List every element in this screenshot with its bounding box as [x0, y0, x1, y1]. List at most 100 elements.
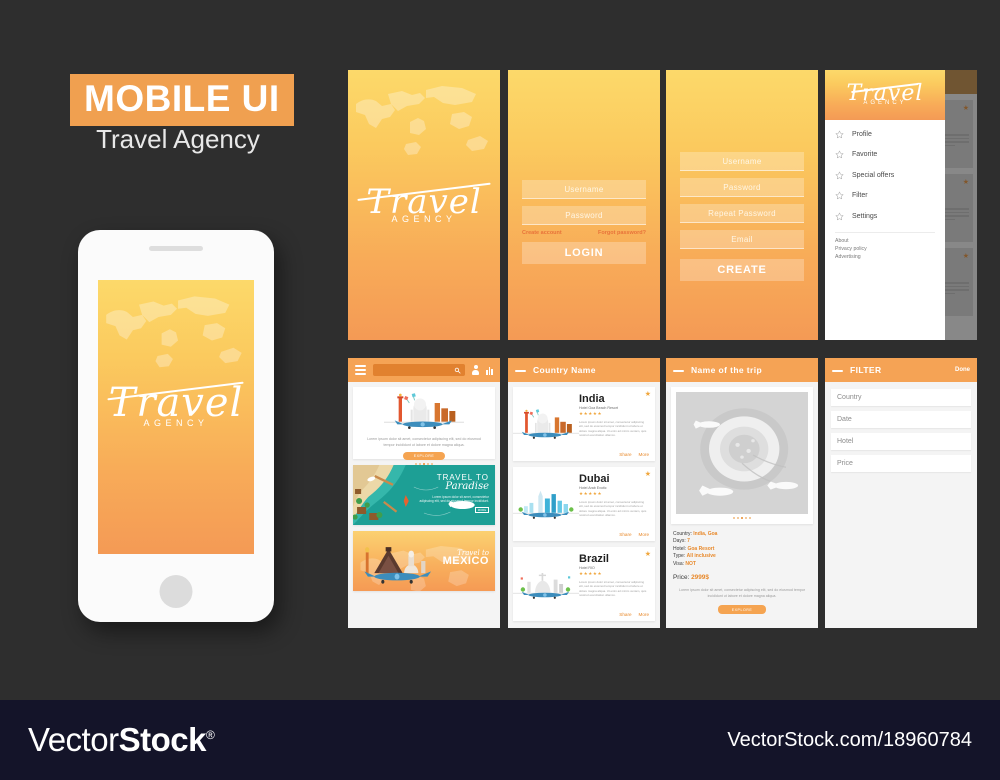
item-description: Lorem ipsum dolor sit amet, consectetur … — [579, 420, 647, 438]
drawer-item-special-offers[interactable]: Special offers — [825, 165, 945, 186]
hero-card[interactable]: Lorem ipsum dolor sit amet, consectetur … — [353, 387, 495, 465]
list-item[interactable]: Dubai Hotel Arab Exotic ★★★★★ Lorem ipsu… — [513, 467, 655, 541]
drawer-link-advertising[interactable]: Advertising — [825, 253, 945, 261]
login-button[interactable]: LOGIN — [522, 242, 646, 264]
poster-title-badge: MOBILE UI — [70, 74, 294, 126]
drawer-link-privacy-policy[interactable]: Privacy policy — [825, 245, 945, 253]
trip-photo-card — [671, 387, 813, 524]
phone-home-button[interactable] — [159, 575, 193, 608]
more-link[interactable]: More — [639, 612, 649, 617]
price-value: 2999$ — [691, 574, 709, 582]
country-list-content: India Hotel Goa Beach Resort ★★★★★ Lorem… — [508, 382, 660, 628]
drawer-item-filter[interactable]: Filter — [825, 186, 945, 207]
country-thumbnail — [513, 547, 579, 621]
drawer-item-settings[interactable]: Settings — [825, 206, 945, 227]
explore-button[interactable]: EXPLORE — [403, 452, 445, 460]
mexico-landmarks-illustration — [353, 535, 452, 587]
filter-field-hotel[interactable]: Hotel — [831, 433, 971, 450]
done-button[interactable]: Done — [955, 367, 970, 373]
dubai-landmarks-illustration — [513, 467, 579, 541]
screen-drawer: ★ ★ ★ Travel — [825, 70, 977, 340]
search-input[interactable] — [373, 364, 466, 376]
phone-mockup: Travel AGENCY — [78, 230, 274, 622]
spec-value: All inclusive — [686, 553, 716, 560]
banner-paradise[interactable]: TRAVEL TO Paradise Lorem ipsum dolor sit… — [353, 465, 495, 525]
filter-field-country[interactable]: Country — [831, 389, 971, 406]
logo-part2: Stock — [118, 721, 207, 758]
drawer-item-label: Special offers — [852, 171, 895, 179]
back-arrow-icon[interactable] — [832, 366, 843, 375]
username-input[interactable]: Username — [680, 152, 804, 171]
share-link[interactable]: Share — [619, 532, 631, 537]
country-name: Brazil — [579, 553, 609, 565]
more-link[interactable]: More — [639, 452, 649, 457]
country-thumbnail — [513, 467, 579, 541]
star-outline-icon — [835, 130, 844, 139]
phone-screen: Travel AGENCY — [98, 280, 254, 554]
navigation-drawer: Travel AGENCY Profile Favorite Special o… — [825, 70, 945, 340]
spec-label: Type: — [673, 553, 686, 560]
country-name: Dubai — [579, 473, 610, 485]
drawer-item-label: Filter — [852, 192, 868, 200]
list-item[interactable]: Brazil Hotel RIO ★★★★★ Lorem ipsum dolor… — [513, 547, 655, 621]
more-link[interactable]: More — [639, 532, 649, 537]
share-link[interactable]: Share — [619, 612, 631, 617]
divider — [835, 231, 935, 233]
poster-title: MOBILE UI — [84, 78, 280, 119]
spec-country: Country: India, Goa — [671, 531, 813, 538]
share-link[interactable]: Share — [619, 452, 631, 457]
watermark-url: VectorStock.com/18960784 — [727, 728, 972, 751]
hotel-name: Hotel Goa Beach Resort — [579, 406, 618, 410]
registered-mark: ® — [205, 728, 215, 742]
trip-appbar: Name of the trip — [666, 358, 818, 382]
explore-button[interactable]: EXPLORE — [718, 605, 766, 615]
create-account-button[interactable]: CREATE — [680, 259, 804, 281]
banner-description: Lorem ipsum dolor sit amet, consectetur … — [419, 495, 489, 504]
drawer-item-profile[interactable]: Profile — [825, 124, 945, 145]
hotel-name: Hotel RIO — [579, 566, 595, 570]
favorite-star-icon[interactable]: ★ — [645, 550, 651, 558]
poster-stage: MOBILE UI Travel Agency Travel AGENCY Tr… — [0, 0, 1000, 690]
list-item[interactable]: India Hotel Goa Beach Resort ★★★★★ Lorem… — [513, 387, 655, 461]
repeat-password-input[interactable]: Repeat Password — [680, 204, 804, 223]
price-label: Price: — [673, 574, 690, 582]
spec-value: Goa Resort — [687, 545, 715, 552]
drawer-link-about[interactable]: About — [825, 237, 945, 245]
star-outline-icon — [835, 171, 844, 180]
back-arrow-icon[interactable] — [673, 366, 684, 375]
carousel-dots[interactable] — [676, 517, 808, 519]
price-row: Price: 2999$ — [671, 574, 813, 581]
page-title: Country Name — [533, 365, 596, 375]
screen-home: Lorem ipsum dolor sit amet, consectetur … — [348, 358, 500, 628]
favorite-star-icon[interactable]: ★ — [645, 390, 651, 398]
rating-stars: ★★★★★ — [579, 571, 603, 576]
banner-line2: Paradise — [445, 481, 489, 492]
filter-field-price[interactable]: Price — [831, 455, 971, 472]
home-content: Lorem ipsum dolor sit amet, consectetur … — [348, 382, 500, 628]
trip-photo[interactable] — [676, 392, 808, 514]
star-outline-icon — [835, 212, 844, 221]
page-title: Name of the trip — [691, 365, 763, 375]
back-arrow-icon[interactable] — [515, 366, 526, 375]
signal-bars-icon[interactable] — [486, 365, 493, 375]
item-description: Lorem ipsum dolor sit amet, consectetur … — [579, 500, 647, 518]
forgot-password-link[interactable]: Forgot password? — [598, 230, 646, 236]
profile-icon[interactable] — [472, 365, 480, 375]
app-logo: Travel AGENCY — [98, 383, 254, 428]
hamburger-menu-icon[interactable] — [355, 365, 366, 375]
drawer-item-favorite[interactable]: Favorite — [825, 145, 945, 166]
banner-more-button[interactable]: MORE — [475, 506, 489, 513]
favorite-star-icon[interactable]: ★ — [645, 470, 651, 478]
email-input[interactable]: Email — [680, 230, 804, 249]
create-account-link[interactable]: Create account — [522, 230, 562, 236]
banner-line2: MEXICO — [442, 555, 489, 567]
rating-stars: ★★★★★ — [579, 411, 603, 416]
hero-description: Lorem ipsum dolor sit amet, consectetur … — [367, 437, 481, 447]
username-input[interactable]: Username — [522, 180, 646, 199]
banner-mexico[interactable]: Travel to MEXICO — [353, 531, 495, 591]
password-input[interactable]: Password — [680, 178, 804, 197]
logo-script: Travel — [98, 383, 254, 423]
filter-field-date[interactable]: Date — [831, 411, 971, 428]
password-input[interactable]: Password — [522, 206, 646, 225]
search-icon — [455, 367, 461, 374]
